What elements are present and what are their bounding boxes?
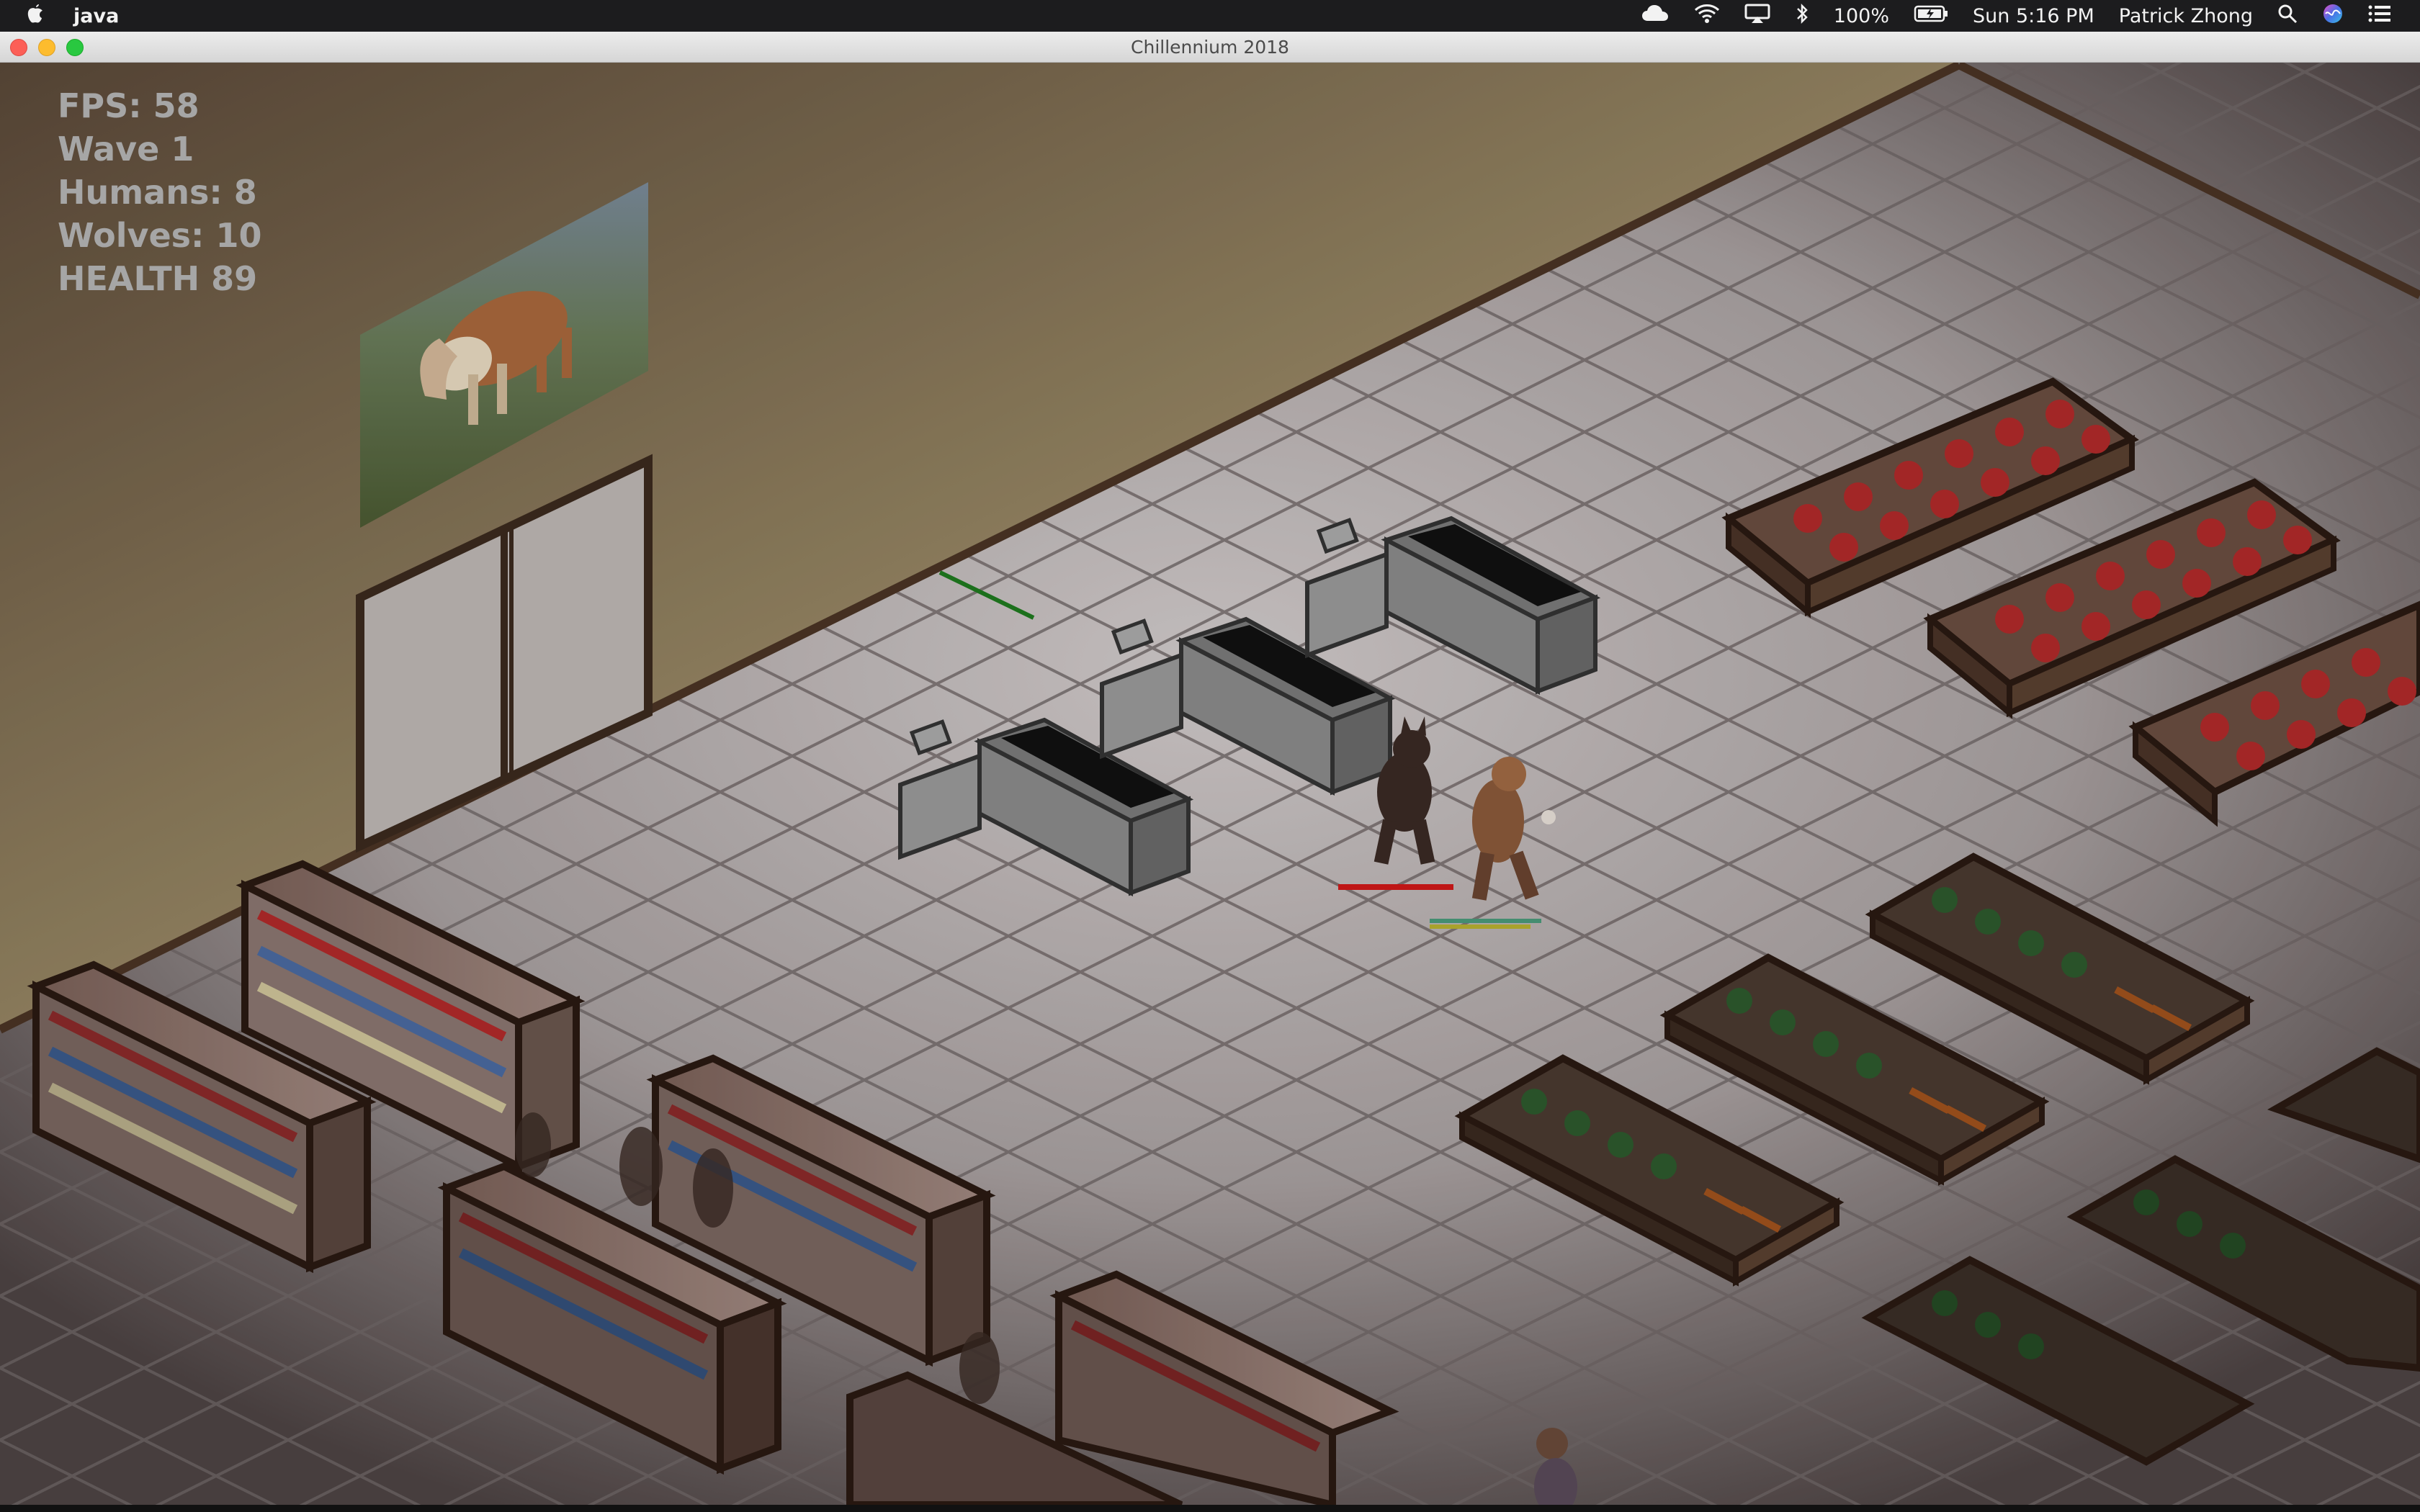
wolves-count: Wolves: 10 (58, 216, 262, 255)
minimize-window-button[interactable] (38, 39, 55, 56)
airplay-icon[interactable] (1744, 4, 1770, 29)
lighting-vignette (0, 63, 2420, 1505)
zoom-window-button[interactable] (66, 39, 84, 56)
notification-center-icon[interactable] (2368, 4, 2391, 28)
bluetooth-icon[interactable] (1795, 3, 1809, 30)
wifi-icon[interactable] (1694, 4, 1720, 29)
window-bottom-edge (0, 1505, 2420, 1512)
app-menu-java[interactable]: java (73, 5, 119, 27)
game-hud: FPS: 58 Wave 1 Humans: 8 Wolves: 10 HEAL… (58, 84, 261, 300)
menu-bar: java 100% Sun 5:16 PM Patrick Zhong (0, 0, 2420, 32)
game-canvas[interactable]: FPS: 58 Wave 1 Humans: 8 Wolves: 10 HEAL… (0, 63, 2420, 1505)
menubar-clock[interactable]: Sun 5:16 PM (1973, 5, 2094, 27)
humans-count: Humans: 8 (58, 173, 257, 212)
search-icon[interactable] (2277, 4, 2298, 29)
menubar-user[interactable]: Patrick Zhong (2119, 5, 2253, 27)
creative-cloud-icon[interactable] (1641, 4, 1670, 29)
health-indicator: HEALTH 89 (58, 259, 258, 298)
wave-indicator: Wave 1 (58, 130, 194, 168)
fps-counter: FPS: 58 (58, 86, 200, 125)
battery-icon[interactable] (1914, 5, 1948, 27)
close-window-button[interactable] (10, 39, 27, 56)
window-title: Chillennium 2018 (1131, 36, 1289, 58)
siri-icon[interactable] (2322, 3, 2344, 30)
apple-icon[interactable] (26, 3, 45, 30)
game-scene (0, 63, 2420, 1505)
battery-percentage: 100% (1833, 4, 1889, 27)
window-titlebar[interactable]: Chillennium 2018 (0, 32, 2420, 63)
